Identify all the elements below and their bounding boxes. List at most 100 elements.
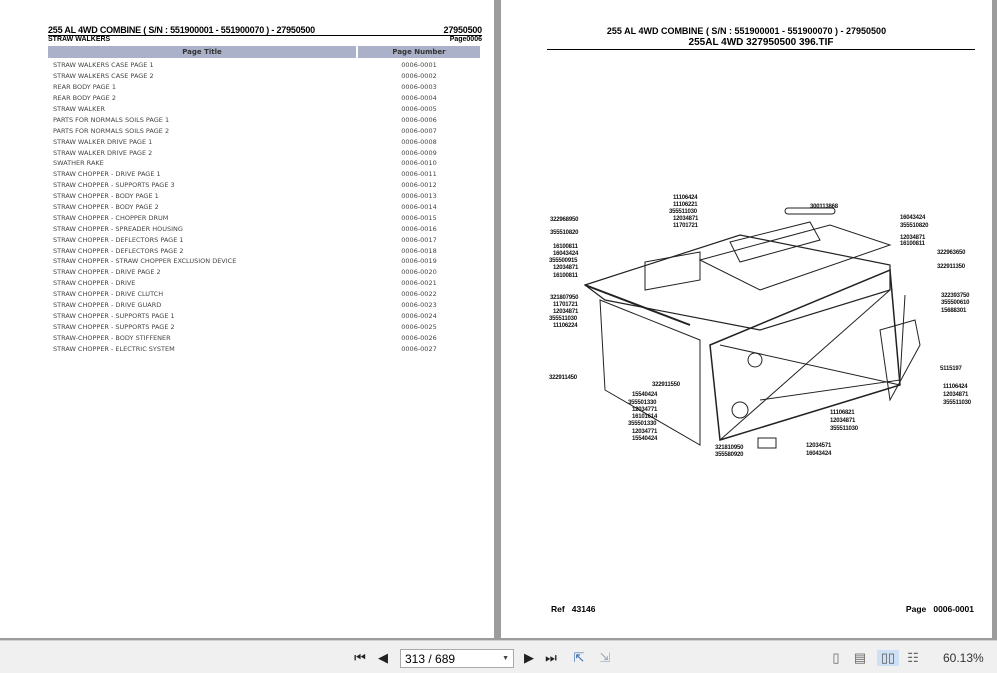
- page-number-input[interactable]: 313 / 689 ▼: [400, 649, 514, 668]
- part-number-label: 16043424: [553, 251, 579, 257]
- row-page-title[interactable]: STRAW CHOPPER - DRIVE: [48, 279, 358, 287]
- continuous-facing-icon[interactable]: ☷: [904, 650, 922, 666]
- row-page-number: 0006-0013: [401, 192, 437, 201]
- table-row[interactable]: STRAW CHOPPER - SPREADER HOUSING 0006-001…: [48, 223, 480, 234]
- part-number-label: 355511030: [830, 426, 858, 432]
- row-page-title[interactable]: STRAW-CHOPPER - BODY STIFFENER: [48, 334, 358, 342]
- row-page-title[interactable]: STRAW CHOPPER - DRIVE CLUTCH: [48, 290, 358, 298]
- zoom-level[interactable]: 60.13%: [943, 651, 984, 665]
- table-row[interactable]: REAR BODY PAGE 1 0006-0003: [48, 82, 480, 93]
- part-number-label: 5115197: [940, 366, 962, 372]
- table-row[interactable]: STRAW WALKER DRIVE PAGE 2 0006-0009: [48, 147, 480, 158]
- row-page-number: 0006-0009: [401, 148, 437, 157]
- part-number-label: 11701721: [673, 223, 698, 229]
- table-row[interactable]: STRAW CHOPPER - BODY PAGE 2 0006-0014: [48, 202, 480, 213]
- row-page-number: 0006-0005: [401, 105, 437, 113]
- table-row[interactable]: STRAW CHOPPER - CHOPPER DRUM 0006-0015: [48, 212, 480, 223]
- row-page-title[interactable]: STRAW CHOPPER - DRIVE PAGE 2: [48, 268, 358, 276]
- row-page-title[interactable]: STRAW CHOPPER - STRAW CHOPPER EXCLUSION …: [48, 257, 358, 265]
- row-page-title[interactable]: STRAW CHOPPER - BODY PAGE 2: [48, 203, 358, 211]
- row-page-number: 0006-0006: [401, 115, 437, 124]
- part-number-label: 12034771: [632, 429, 658, 435]
- row-page-title[interactable]: REAR BODY PAGE 2: [48, 94, 358, 102]
- row-page-number: 0006-0008: [401, 137, 437, 146]
- part-number-label: 322968950: [550, 217, 579, 223]
- row-page-title[interactable]: STRAW CHOPPER - SUPPORTS PAGE 3: [48, 181, 358, 189]
- row-page-number: 0006-0023: [401, 301, 437, 310]
- prev-page-icon[interactable]: ◀: [376, 650, 390, 666]
- part-number-label: 12034871: [553, 309, 579, 315]
- part-number-label: 355511030: [669, 209, 697, 215]
- row-page-title[interactable]: STRAW CHOPPER - DEFLECTORS PAGE 1: [48, 236, 358, 244]
- table-row[interactable]: STRAW CHOPPER - DRIVE PAGE 2 0006-0020: [48, 267, 480, 278]
- table-row[interactable]: PARTS FOR NORMALS SOILS PAGE 1 0006-0006: [48, 114, 480, 125]
- table-row[interactable]: STRAW CHOPPER - DEFLECTORS PAGE 1 0006-00…: [48, 234, 480, 245]
- row-page-title[interactable]: STRAW WALKERS CASE PAGE 1: [48, 61, 358, 69]
- chevron-down-icon[interactable]: ▼: [502, 655, 509, 662]
- table-row[interactable]: STRAW WALKER 0006-0005: [48, 104, 480, 115]
- table-row[interactable]: STRAW CHOPPER - DRIVE CLUTCH 0006-0022: [48, 289, 480, 300]
- part-number-label: 355511030: [943, 400, 971, 406]
- part-number-label: 355511030: [549, 316, 577, 322]
- row-page-title[interactable]: STRAW WALKERS CASE PAGE 2: [48, 72, 358, 80]
- part-number-label: 322393750: [941, 293, 970, 299]
- row-page-number: 0006-0007: [401, 126, 437, 135]
- row-page-number: 0006-0024: [401, 311, 437, 320]
- table-row[interactable]: STRAW CHOPPER - DRIVE GUARD 0006-0023: [48, 300, 480, 311]
- row-page-title[interactable]: STRAW CHOPPER - SPREADER HOUSING: [48, 225, 358, 233]
- row-page-title[interactable]: STRAW CHOPPER - DRIVE PAGE 1: [48, 170, 358, 178]
- table-row[interactable]: STRAW WALKERS CASE PAGE 2 0006-0002: [48, 71, 480, 82]
- part-number-label: 355500610: [941, 300, 970, 306]
- table-row[interactable]: STRAW WALKERS CASE PAGE 1 0006-0001: [48, 60, 480, 71]
- table-row[interactable]: PARTS FOR NORMALS SOILS PAGE 2 0006-0007: [48, 125, 480, 136]
- table-row[interactable]: STRAW-CHOPPER - BODY STIFFENER 0006-0026: [48, 332, 480, 343]
- page-number-value: 313 / 689: [405, 651, 456, 666]
- part-number-label: 322911450: [549, 375, 577, 381]
- row-page-title[interactable]: PARTS FOR NORMALS SOILS PAGE 2: [48, 127, 358, 135]
- row-page-number: 0006-0026: [401, 333, 437, 342]
- row-page-title[interactable]: STRAW CHOPPER - CHOPPER DRUM: [48, 214, 358, 222]
- continuous-icon[interactable]: ▤: [852, 650, 868, 666]
- row-page-number: 0006-0001: [401, 61, 437, 70]
- part-number-label: 15688301: [941, 308, 967, 314]
- table-row[interactable]: STRAW WALKER DRIVE PAGE 1 0006-0008: [48, 136, 480, 147]
- part-number-label: 16100811: [553, 273, 578, 279]
- table-row[interactable]: STRAW CHOPPER - STRAW CHOPPER EXCLUSION …: [48, 256, 480, 267]
- first-page-icon[interactable]: ⏮: [352, 650, 368, 666]
- table-row[interactable]: STRAW CHOPPER - DEFLECTORS PAGE 2 0006-00…: [48, 245, 480, 256]
- table-row[interactable]: SWATHER RAKE 0006-0010: [48, 158, 480, 169]
- row-page-title[interactable]: REAR BODY PAGE 1: [48, 83, 358, 91]
- ref-label: Ref: [551, 604, 565, 614]
- part-number-label: 16100811: [900, 241, 925, 247]
- row-page-title[interactable]: SWATHER RAKE: [48, 159, 358, 167]
- table-row[interactable]: STRAW CHOPPER - DRIVE PAGE 1 0006-0011: [48, 169, 480, 180]
- single-page-icon[interactable]: ▯: [828, 650, 844, 666]
- row-page-title[interactable]: STRAW CHOPPER - SUPPORTS PAGE 1: [48, 312, 358, 320]
- go-back-icon[interactable]: ⇱: [570, 650, 588, 666]
- row-page-title[interactable]: STRAW CHOPPER - DRIVE GUARD: [48, 301, 358, 309]
- go-forward-icon[interactable]: ⇲: [596, 650, 614, 666]
- table-row[interactable]: STRAW CHOPPER - ELECTRIC SYSTEM 0006-0027: [48, 343, 480, 354]
- part-number-label: 355580920: [715, 452, 744, 458]
- row-page-title[interactable]: STRAW WALKER DRIVE PAGE 1: [48, 138, 358, 146]
- next-page-icon[interactable]: ▶: [522, 650, 536, 666]
- table-row[interactable]: STRAW CHOPPER - SUPPORTS PAGE 3 0006-0012: [48, 180, 480, 191]
- row-page-number: 0006-0019: [401, 257, 437, 266]
- table-row[interactable]: STRAW CHOPPER - DRIVE 0006-0021: [48, 278, 480, 289]
- row-page-title[interactable]: STRAW CHOPPER - SUPPORTS PAGE 2: [48, 323, 358, 331]
- facing-icon[interactable]: ▯▯: [877, 650, 899, 666]
- table-row[interactable]: STRAW CHOPPER - BODY PAGE 1 0006-0013: [48, 191, 480, 202]
- part-number-label: 16043424: [806, 451, 832, 457]
- table-row[interactable]: STRAW CHOPPER - SUPPORTS PAGE 1 0006-0024: [48, 310, 480, 321]
- row-page-number: 0006-0016: [401, 224, 437, 233]
- row-page-title[interactable]: STRAW CHOPPER - BODY PAGE 1: [48, 192, 358, 200]
- row-page-title[interactable]: STRAW WALKER: [48, 105, 358, 113]
- row-page-title[interactable]: STRAW CHOPPER - DEFLECTORS PAGE 2: [48, 247, 358, 255]
- row-page-title[interactable]: STRAW WALKER DRIVE PAGE 2: [48, 149, 358, 157]
- row-page-title[interactable]: STRAW CHOPPER - ELECTRIC SYSTEM: [48, 345, 358, 353]
- part-number-label: 12034871: [830, 418, 856, 424]
- row-page-title[interactable]: PARTS FOR NORMALS SOILS PAGE 1: [48, 116, 358, 124]
- table-row[interactable]: STRAW CHOPPER - SUPPORTS PAGE 2 0006-0025: [48, 321, 480, 332]
- last-page-icon[interactable]: ⏭: [543, 650, 559, 666]
- table-row[interactable]: REAR BODY PAGE 2 0006-0004: [48, 93, 480, 104]
